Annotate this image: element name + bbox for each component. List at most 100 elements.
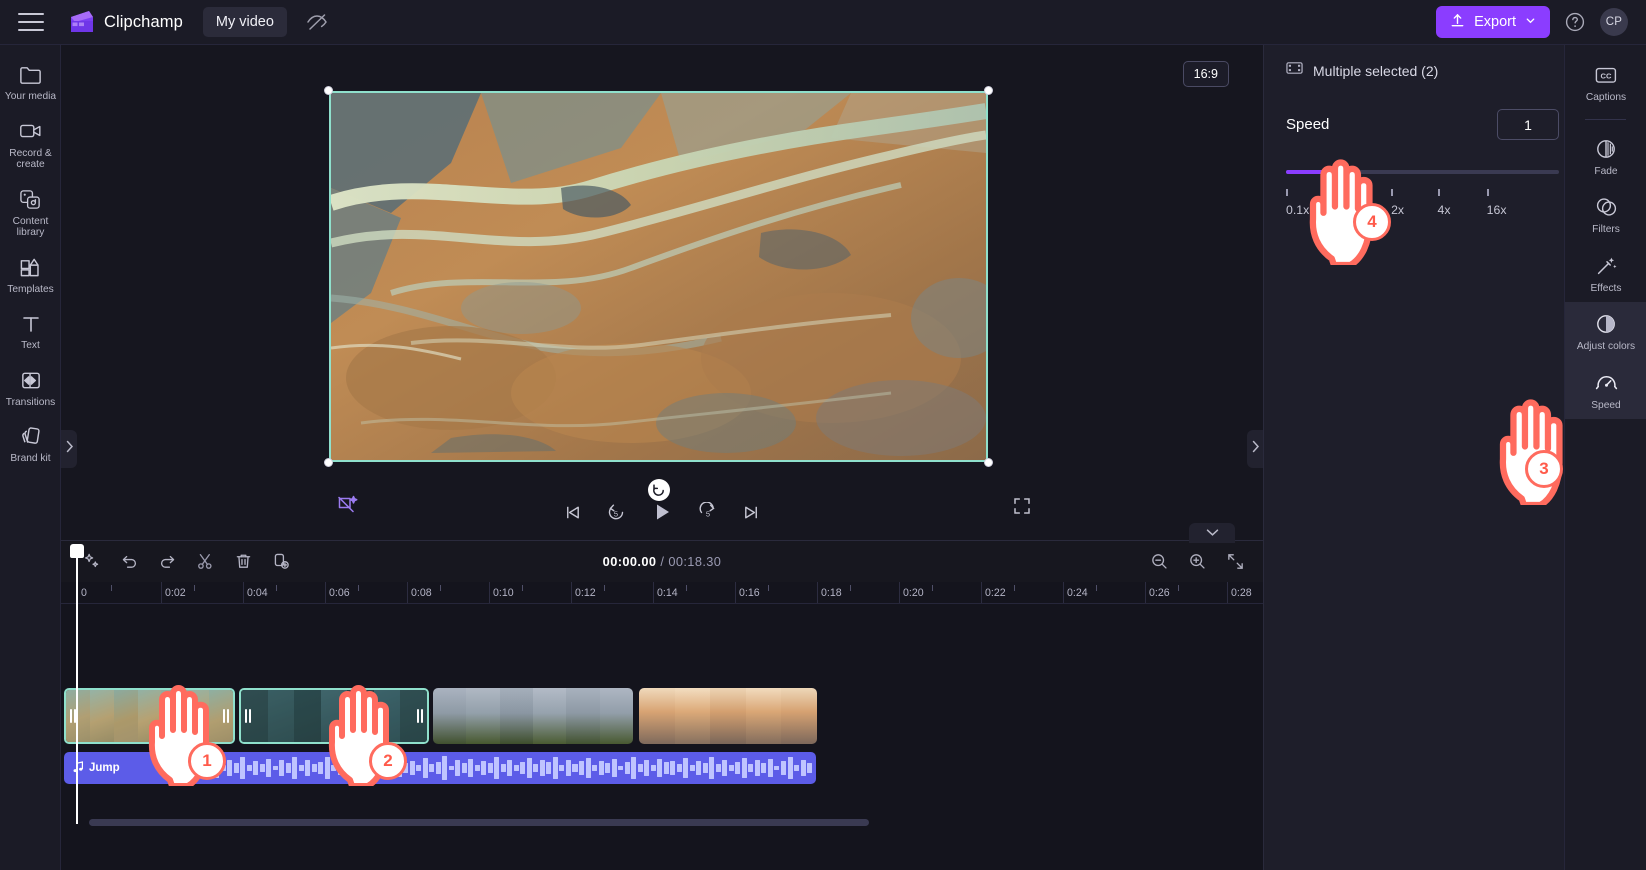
sidebar-item-text[interactable]: Text [0, 302, 61, 359]
timecode: 00:00.00 / 00:18.30 [603, 554, 722, 569]
svg-text:5: 5 [706, 509, 710, 518]
fullscreen-icon[interactable] [1013, 497, 1031, 520]
ruler-label: 0:12 [575, 587, 596, 599]
clip-thumbnails [433, 688, 633, 744]
tool-speed[interactable]: Speed [1565, 360, 1646, 419]
avatar[interactable]: CP [1600, 8, 1628, 36]
resize-handle-bottom-right[interactable] [984, 458, 993, 467]
help-circle-icon[interactable] [1564, 11, 1586, 33]
timeline-scrollbar-thumb[interactable] [89, 819, 869, 826]
speed-label: Speed [1286, 116, 1330, 133]
sidebar-label: Templates [7, 283, 54, 295]
export-button[interactable]: Export [1436, 6, 1550, 38]
speed-row: Speed [1286, 109, 1559, 140]
slider-knob[interactable] [1330, 165, 1345, 179]
speed-input[interactable] [1497, 109, 1559, 140]
top-bar-right: Export CP [1436, 6, 1646, 38]
table-row[interactable] [639, 688, 817, 744]
rotate-icon[interactable] [647, 479, 670, 501]
timeline: 00:00.00 / 00:18.30 0 0:02 0:04 0:06 0:0… [61, 523, 1263, 870]
tool-adjust-colors[interactable]: Adjust colors [1565, 302, 1646, 361]
folder-icon [2, 62, 59, 87]
aspect-ratio-badge[interactable]: 16:9 [1182, 61, 1229, 87]
audio-clip[interactable]: Jump [64, 752, 816, 784]
film-strip-icon [1286, 61, 1303, 80]
brand-kit-icon [2, 424, 59, 449]
sidebar-item-templates[interactable]: Templates [0, 246, 61, 303]
speedometer-icon [1567, 371, 1645, 395]
table-row[interactable] [64, 688, 235, 744]
svg-text:CC: CC [1601, 71, 1612, 80]
tool-effects[interactable]: Effects [1565, 244, 1646, 303]
closed-captions-icon: CC [1567, 63, 1645, 87]
play-button[interactable] [650, 500, 674, 524]
playhead[interactable] [70, 544, 84, 824]
templates-grid-icon [2, 255, 59, 280]
table-row[interactable] [433, 688, 633, 744]
playhead-knob[interactable] [70, 544, 84, 558]
skip-next-icon[interactable] [742, 503, 761, 522]
ruler-label: 0:08 [411, 587, 432, 599]
timeline-scrollbar[interactable] [89, 819, 1239, 826]
resize-handle-bottom-left[interactable] [324, 458, 333, 467]
table-row[interactable] [239, 688, 429, 744]
zoom-in-icon[interactable] [1185, 550, 1209, 574]
ruler-label: 0:22 [985, 587, 1006, 599]
sidebar-item-your-media[interactable]: Your media [0, 53, 61, 110]
preview-area: 16:9 5 5 [61, 45, 1263, 540]
tool-captions[interactable]: CC Captions [1565, 53, 1646, 112]
brand: Clipchamp [68, 10, 183, 35]
clip-trim-handle-right[interactable] [219, 690, 233, 742]
speed-tick-label: 2x [1391, 203, 1405, 217]
duplicate-icon[interactable] [267, 548, 295, 576]
tool-filters[interactable]: Filters [1565, 185, 1646, 244]
tool-fade[interactable]: Fade [1565, 127, 1646, 186]
rewind-5-icon[interactable]: 5 [606, 502, 626, 522]
sidebar-item-transitions[interactable]: Transitions [0, 359, 61, 416]
speed-slider[interactable] [1286, 165, 1559, 179]
forward-5-icon[interactable]: 5 [698, 502, 718, 522]
time-separator: / [660, 554, 665, 569]
zoom-out-icon[interactable] [1147, 550, 1171, 574]
tool-label: Adjust colors [1576, 341, 1636, 352]
trash-icon[interactable] [229, 548, 257, 576]
hamburger-menu-icon[interactable] [18, 13, 44, 31]
resize-handle-top-left[interactable] [324, 86, 333, 95]
adjust-colors-icon [1567, 312, 1645, 336]
speed-tick: 16x [1486, 189, 1507, 219]
selection-header: Multiple selected (2) [1286, 61, 1559, 80]
sidebar-item-content-library[interactable]: Content library [0, 178, 61, 246]
ruler-label: 0:04 [247, 587, 268, 599]
clipchamp-logo-icon [68, 10, 95, 35]
svg-text:5: 5 [614, 509, 618, 518]
speed-tick-label: 16x [1486, 203, 1507, 217]
resize-handle-top-right[interactable] [984, 86, 993, 95]
sidebar-label: Text [21, 340, 40, 351]
timeline-collapse-button[interactable] [1189, 523, 1235, 543]
timeline-ruler[interactable]: 0 0:02 0:04 0:06 0:08 0:10 0:12 0:14 0:1… [61, 582, 1263, 604]
video-stage[interactable] [324, 86, 993, 501]
filters-icon [1567, 195, 1645, 219]
ruler-label: 0:18 [821, 587, 842, 599]
redo-arrow-icon[interactable] [153, 548, 181, 576]
video-preview [329, 91, 988, 462]
project-title[interactable]: My video [202, 7, 287, 37]
undo-arrow-icon[interactable] [115, 548, 143, 576]
clip-selection-overlay [241, 690, 427, 742]
audio-waveform [162, 756, 813, 780]
ruler-label: 0:14 [657, 587, 678, 599]
clip-trim-handle-right[interactable] [413, 690, 427, 742]
video-track [61, 688, 1263, 744]
sidebar-expand-button[interactable] [61, 430, 77, 468]
scissors-icon[interactable] [191, 548, 219, 576]
preview-expand-button[interactable] [1247, 430, 1263, 468]
text-t-icon [2, 311, 59, 336]
sidebar-item-brand-kit[interactable]: Brand kit [0, 415, 61, 472]
clip-trim-handle-left[interactable] [241, 690, 255, 742]
ruler-label: 0:28 [1231, 587, 1252, 599]
fit-to-screen-icon[interactable] [1223, 550, 1247, 574]
eye-off-icon[interactable] [305, 10, 329, 34]
sidebar-item-record-create[interactable]: Record & create [0, 110, 61, 178]
left-sidebar: Your media Record & create Content libra… [0, 45, 77, 870]
skip-previous-icon[interactable] [563, 503, 582, 522]
